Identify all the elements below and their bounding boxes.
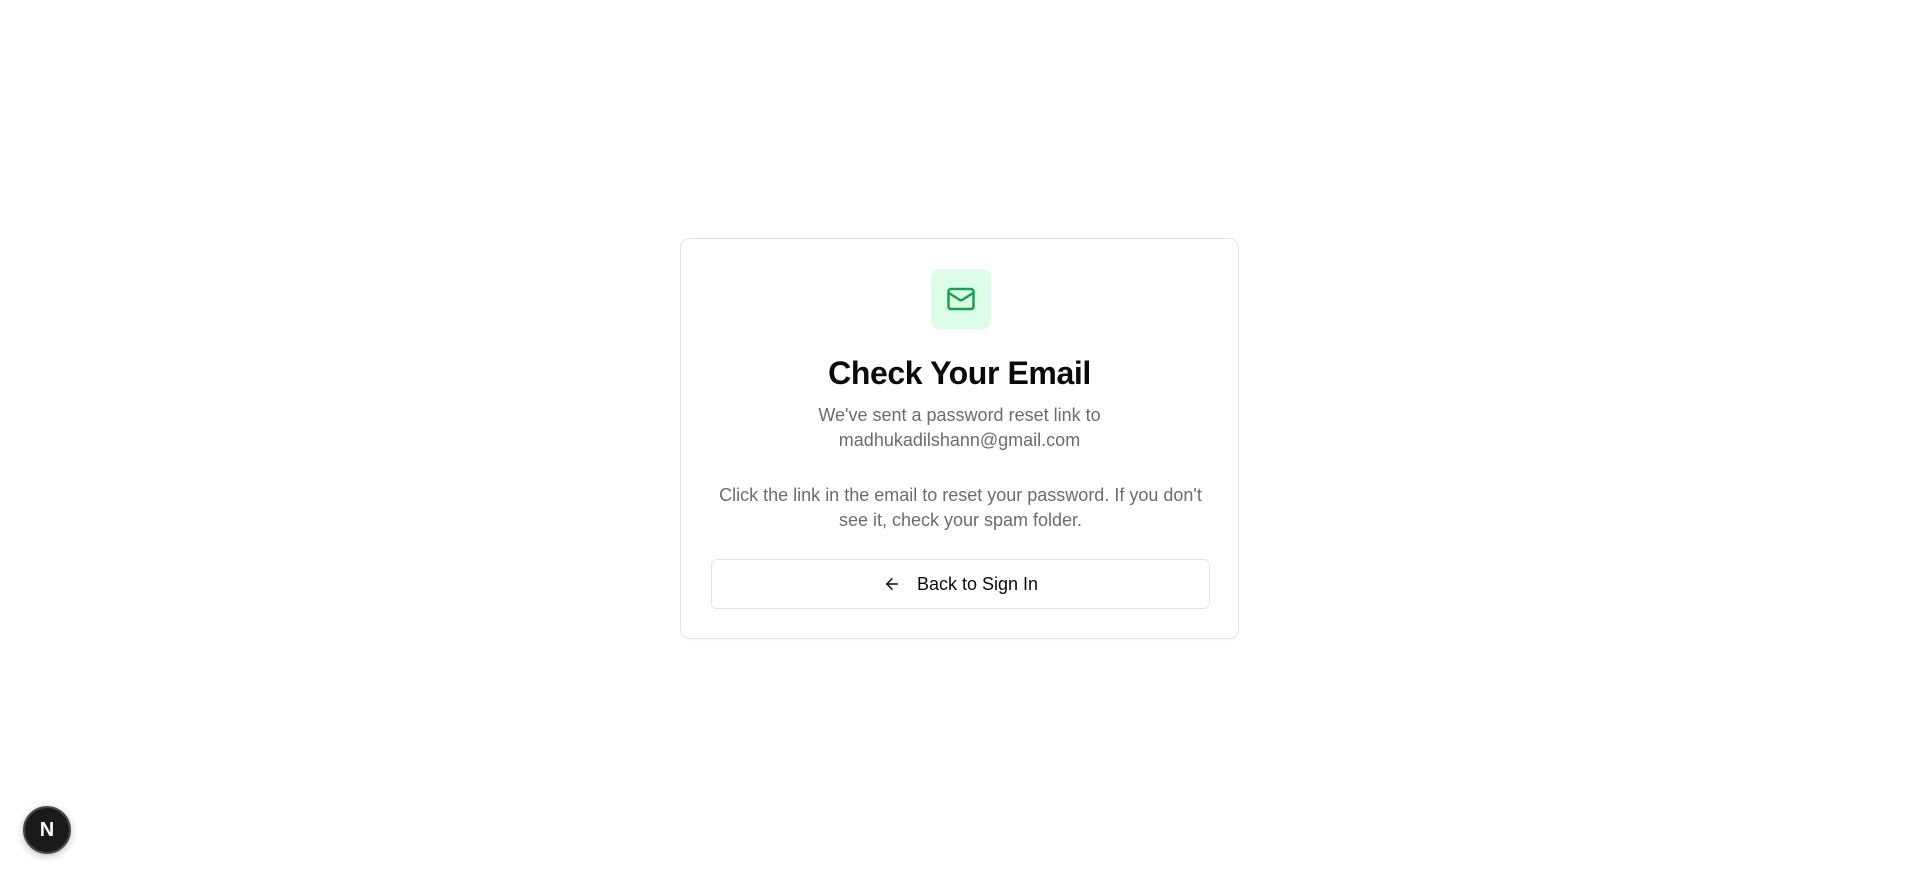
nextjs-icon: N [39, 818, 55, 841]
check-email-card: Check Your Email We've sent a password r… [680, 238, 1239, 639]
page: Check Your Email We've sent a password r… [0, 0, 1920, 877]
reset-link-sent-message: We've sent a password reset link to madh… [681, 403, 1238, 453]
mail-icon-container [931, 269, 991, 329]
recipient-email: madhukadilshann@gmail.com [838, 430, 1081, 450]
back-to-sign-in-button[interactable]: Back to Sign In [711, 559, 1210, 609]
back-to-sign-in-label: Back to Sign In [916, 573, 1039, 594]
spam-folder-hint: Click the link in the email to reset you… [719, 485, 1202, 530]
arrow-left-icon [883, 575, 901, 593]
reset-link-sent-text: We've sent a password reset link to [818, 405, 1101, 425]
nextjs-dev-tools-button[interactable]: N [23, 806, 71, 854]
mail-icon [947, 287, 975, 311]
page-title: Check Your Email [828, 355, 1091, 391]
